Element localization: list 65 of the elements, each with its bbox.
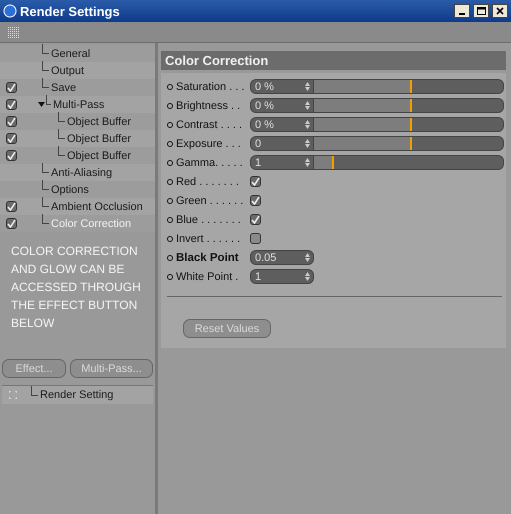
checkbox[interactable]	[6, 99, 17, 110]
tree-item[interactable]: General	[49, 48, 90, 60]
tree-item[interactable]: Object Buffer	[65, 116, 131, 128]
animation-dot-icon[interactable]	[167, 216, 173, 222]
number-field[interactable]: 0 %	[250, 98, 314, 113]
tree-item[interactable]: Object Buffer	[65, 150, 131, 162]
close-button[interactable]	[492, 4, 508, 18]
animation-dot-icon[interactable]	[167, 122, 173, 128]
checkbox[interactable]	[250, 214, 261, 225]
window-title: Render Settings	[20, 4, 121, 18]
checkbox[interactable]	[6, 116, 17, 127]
number-field[interactable]: 1	[250, 269, 314, 284]
maximize-icon	[476, 7, 486, 15]
tree-item[interactable]: Options	[49, 184, 89, 196]
app-logo-icon	[3, 4, 17, 18]
parameter-label: Contrast . . . .	[176, 118, 244, 130]
parameter-label: Blue . . . . . . .	[176, 214, 242, 226]
animation-dot-icon[interactable]	[167, 198, 173, 204]
spinner-icon[interactable]	[305, 253, 310, 262]
animation-dot-icon[interactable]	[167, 140, 173, 146]
maximize-button[interactable]	[473, 4, 489, 18]
expand-arrow-icon[interactable]	[38, 101, 45, 108]
tree-item[interactable]: Output	[49, 64, 84, 76]
spinner-icon[interactable]	[305, 272, 310, 281]
tree-item[interactable]: Save	[49, 82, 76, 94]
checkbox[interactable]	[250, 233, 261, 244]
parameter-label: Gamma. . . . .	[176, 156, 244, 168]
number-field[interactable]: 0 %	[250, 79, 314, 94]
parameter-label: Exposure . . .	[176, 138, 242, 150]
spinner-icon[interactable]	[305, 101, 310, 110]
parameter-label: Black Point	[176, 252, 240, 264]
parameter-label: Red . . . . . . .	[176, 176, 240, 188]
spinner-icon[interactable]	[305, 82, 310, 91]
animation-dot-icon[interactable]	[167, 160, 173, 166]
parameter-label: Invert . . . . . .	[176, 232, 242, 244]
parameter-label: Green . . . . . .	[176, 194, 244, 206]
animation-dot-icon[interactable]	[167, 274, 173, 280]
grip-icon[interactable]	[8, 26, 19, 38]
checkbox[interactable]	[250, 176, 261, 187]
number-field[interactable]: 0	[250, 136, 314, 151]
checkbox[interactable]	[6, 201, 17, 212]
animation-dot-icon[interactable]	[167, 178, 173, 184]
animation-dot-icon[interactable]	[167, 236, 173, 242]
spinner-icon[interactable]	[305, 139, 310, 148]
animation-dot-icon[interactable]	[167, 102, 173, 108]
minimize-button[interactable]	[454, 4, 470, 18]
focus-icon	[9, 391, 17, 399]
checkbox[interactable]	[6, 133, 17, 144]
animation-dot-icon[interactable]	[167, 84, 173, 90]
number-field[interactable]: 0 %	[250, 117, 314, 132]
checkbox[interactable]	[6, 82, 17, 93]
number-field[interactable]: 0.05	[250, 250, 314, 265]
close-icon	[496, 7, 504, 15]
checkbox[interactable]	[6, 150, 17, 161]
parameter-label: Saturation . . .	[176, 80, 246, 92]
spinner-icon[interactable]	[305, 120, 310, 129]
spinner-icon[interactable]	[305, 158, 310, 167]
note-text: COLOR CORRECTION AND GLOW CAN BE ACCESSED THROUGH THE EFFECT BUTTON BELOW	[10, 243, 142, 332]
animation-dot-icon[interactable]	[167, 254, 173, 260]
checkbox[interactable]	[250, 195, 261, 206]
section-header: Color Correction	[161, 51, 506, 70]
checkbox[interactable]	[6, 218, 17, 229]
number-field[interactable]: 1	[250, 155, 314, 170]
parameter-label: White Point .	[176, 270, 240, 282]
parameter-label: Brightness . .	[176, 100, 242, 112]
